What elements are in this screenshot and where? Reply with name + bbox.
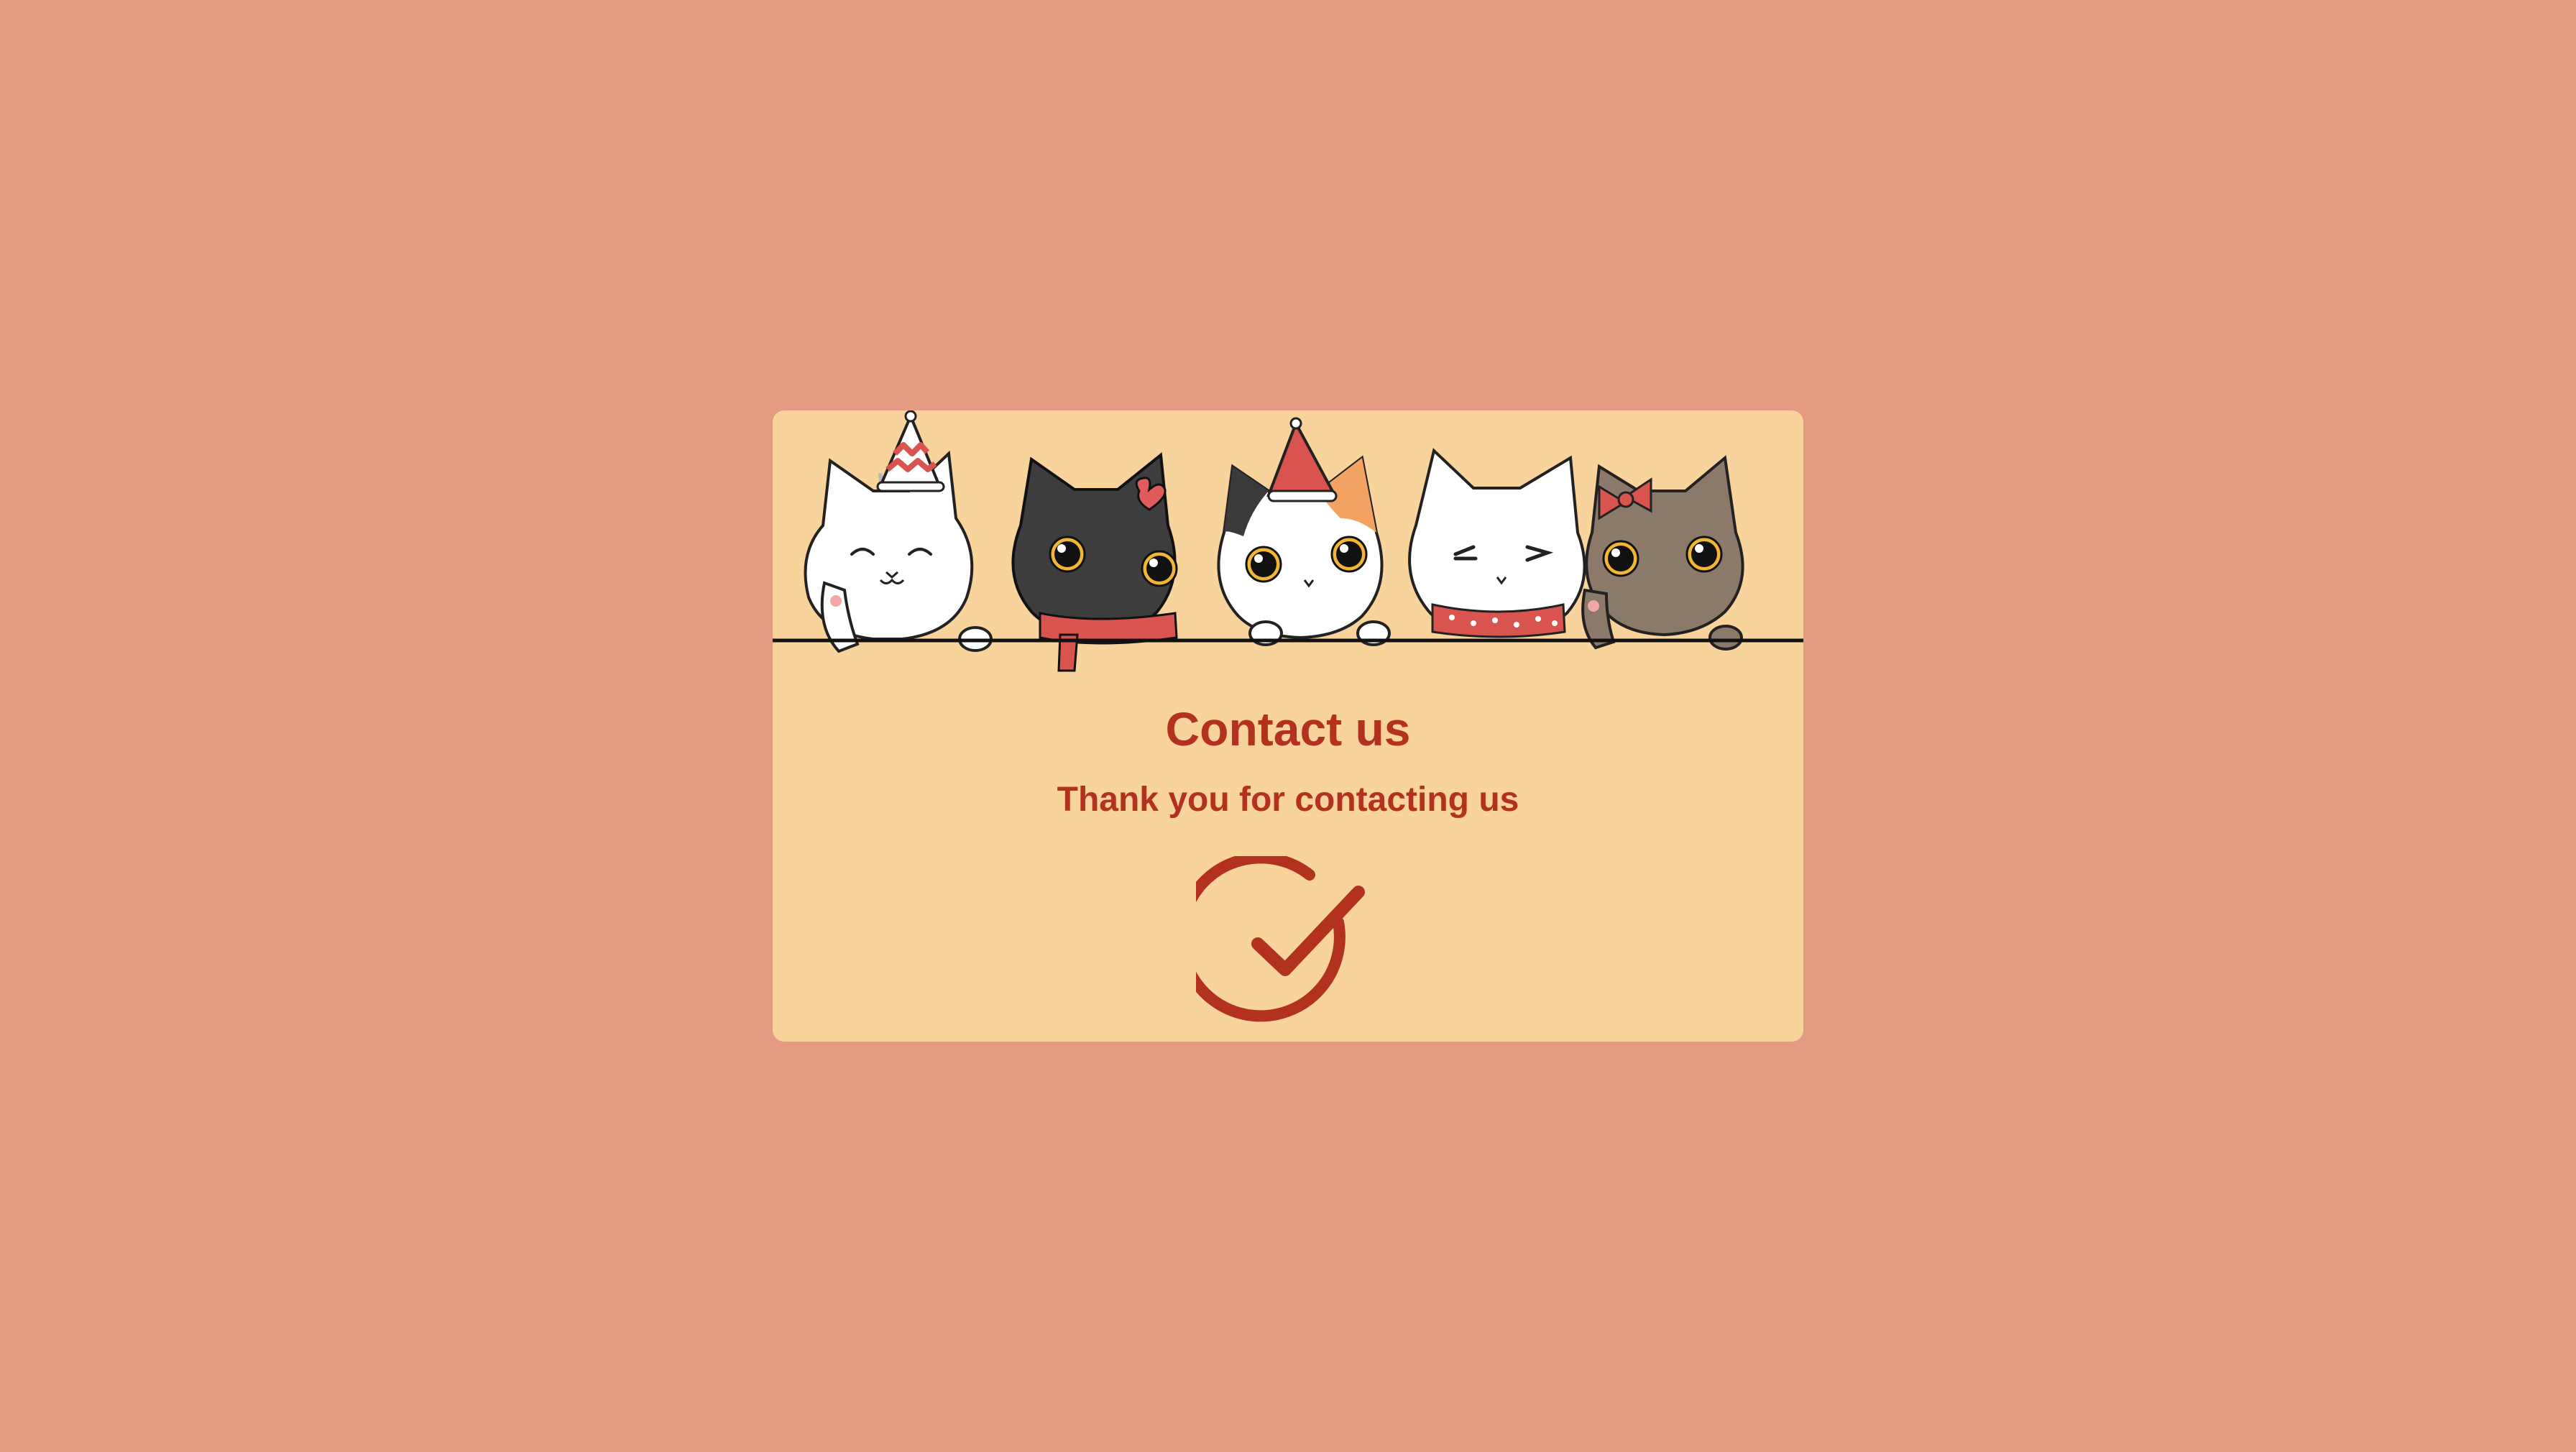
white-winking-scarf-cat-icon: [1408, 448, 1586, 638]
page: Contact us Thank you for contacting us: [0, 0, 2576, 1452]
white-party-hat-cat-icon: [804, 410, 993, 653]
cats-banner-illustration: [773, 410, 1803, 672]
calico-santa-hat-cat-icon: [1217, 417, 1391, 646]
black-scarf-cat-icon: [1011, 452, 1178, 672]
page-title: Contact us: [1165, 702, 1411, 755]
contact-card: Contact us Thank you for contacting us: [773, 410, 1803, 1042]
confirmation-message: Thank you for contacting us: [1057, 781, 1519, 819]
brown-bow-cat-icon: [1581, 455, 1744, 651]
check-circle-icon: [1196, 856, 1365, 1022]
